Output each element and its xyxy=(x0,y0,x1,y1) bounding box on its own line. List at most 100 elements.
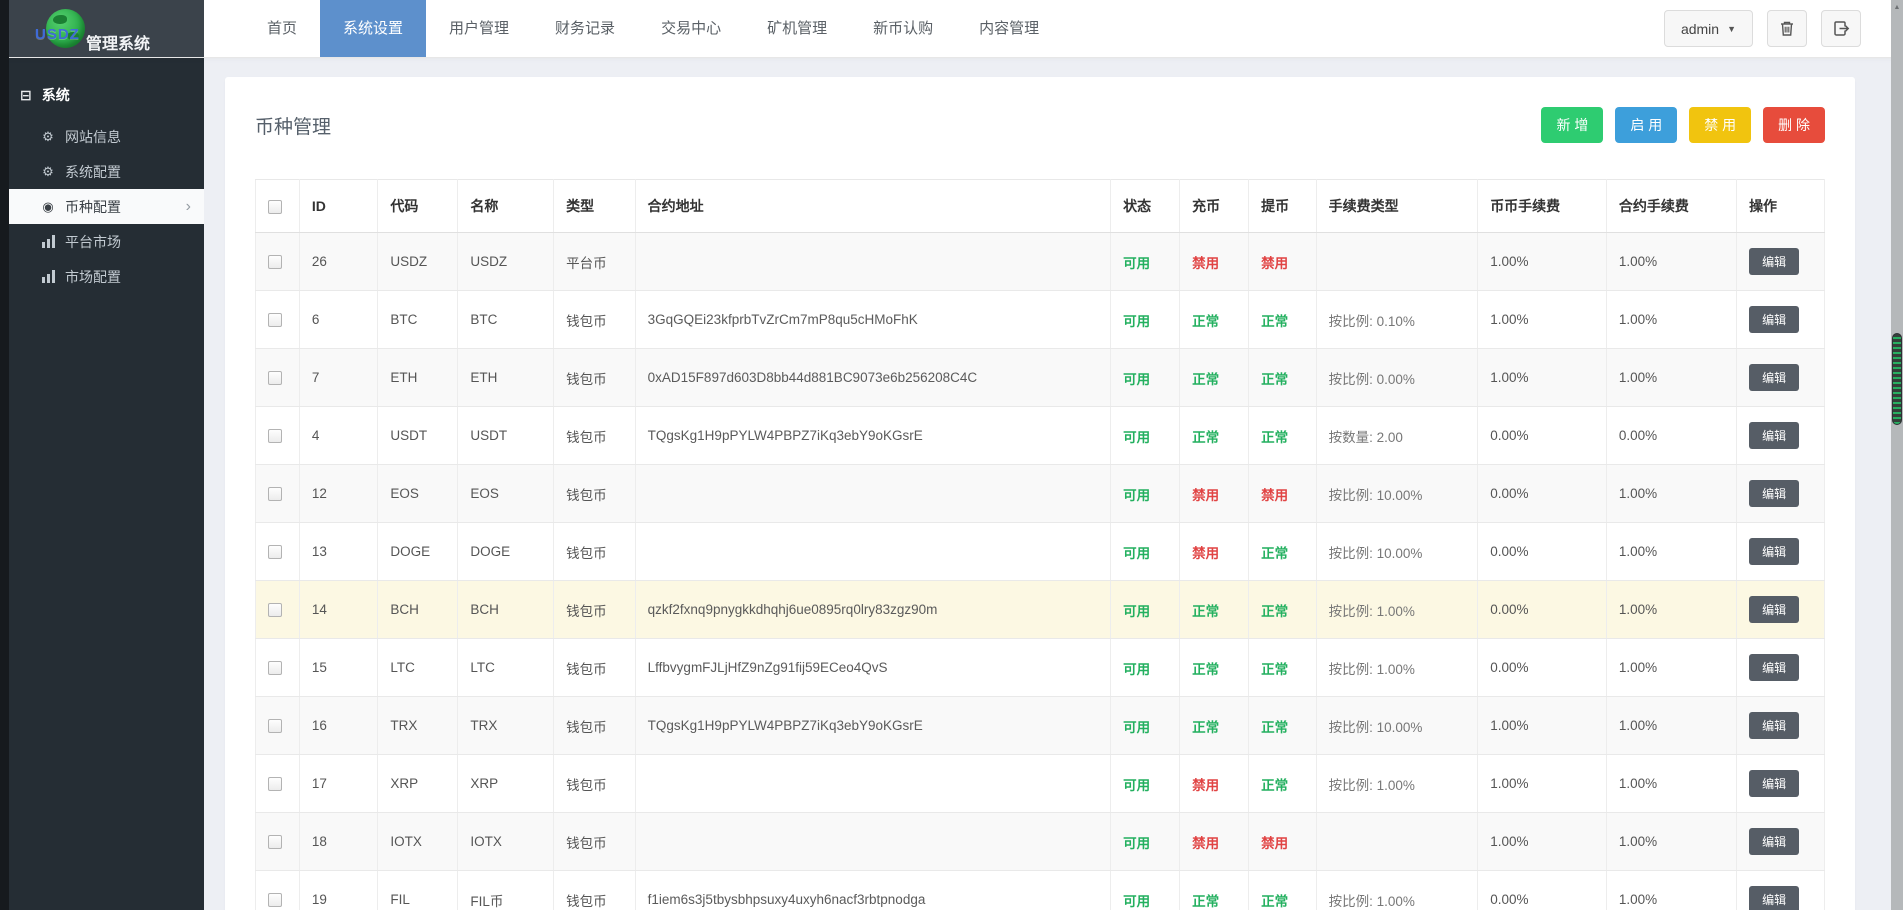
table-row: 4USDTUSDT钱包币TQgsKg1H9pPYLW4PBPZ7iKq3ebY9… xyxy=(256,407,1825,465)
cell-type: 钱包币 xyxy=(554,639,636,697)
deposit-badge: 正常 xyxy=(1192,894,1219,909)
deposit-badge: 正常 xyxy=(1192,662,1219,677)
cell-checkbox xyxy=(256,813,300,871)
logout-button[interactable] xyxy=(1821,10,1861,47)
cell-deposit: 禁用 xyxy=(1180,523,1249,581)
sidebar-item-site-info[interactable]: ⚙网站信息 xyxy=(0,119,204,154)
edit-button[interactable]: 编辑 xyxy=(1749,422,1799,449)
edit-button[interactable]: 编辑 xyxy=(1749,770,1799,797)
admin-user-dropdown[interactable]: admin ▼ xyxy=(1664,10,1753,47)
sidebar-section-system[interactable]: ⊟ 系统 xyxy=(0,57,204,111)
cell-checkbox xyxy=(256,581,300,639)
row-checkbox[interactable] xyxy=(268,313,282,327)
row-checkbox[interactable] xyxy=(268,255,282,269)
cell-status: 可用 xyxy=(1111,233,1180,291)
table-row: 16TRXTRX钱包币TQgsKg1H9pPYLW4PBPZ7iKq3ebY9o… xyxy=(256,697,1825,755)
delete-button[interactable]: 删 除 xyxy=(1763,107,1825,143)
nav-item-content-management[interactable]: 内容管理 xyxy=(956,0,1062,57)
row-checkbox[interactable] xyxy=(268,661,282,675)
cell-code: XRP xyxy=(378,755,458,813)
row-checkbox[interactable] xyxy=(268,835,282,849)
nav-item-system-settings[interactable]: 系统设置 xyxy=(320,0,426,57)
cell-actions: 编辑 xyxy=(1737,581,1825,639)
cell-fee-type: 按比例: 10.00% xyxy=(1316,465,1478,523)
scrollbar-thumb[interactable] xyxy=(1892,333,1902,425)
cell-contract-fee: 1.00% xyxy=(1606,465,1736,523)
cell-type: 钱包币 xyxy=(554,523,636,581)
cell-status: 可用 xyxy=(1111,871,1180,910)
cell-code: IOTX xyxy=(378,813,458,871)
sidebar-item-market-config[interactable]: 市场配置 xyxy=(0,259,204,294)
edit-button[interactable]: 编辑 xyxy=(1749,596,1799,623)
row-checkbox[interactable] xyxy=(268,371,282,385)
row-checkbox[interactable] xyxy=(268,893,282,907)
row-checkbox[interactable] xyxy=(268,603,282,617)
cell-withdraw: 正常 xyxy=(1249,291,1316,349)
scrollbar[interactable]: ▲ xyxy=(1891,0,1903,910)
cell-coin-fee: 0.00% xyxy=(1478,639,1607,697)
withdraw-badge: 禁用 xyxy=(1261,488,1288,503)
nav-item-miner-management[interactable]: 矿机管理 xyxy=(744,0,850,57)
cell-id: 19 xyxy=(299,871,377,910)
nav-item-home[interactable]: 首页 xyxy=(244,0,320,57)
logo-text: USDZ xyxy=(35,26,80,43)
cell-id: 6 xyxy=(299,291,377,349)
disable-button[interactable]: 禁 用 xyxy=(1689,107,1751,143)
edit-button[interactable]: 编辑 xyxy=(1749,712,1799,739)
cell-id: 12 xyxy=(299,465,377,523)
edit-button[interactable]: 编辑 xyxy=(1749,248,1799,275)
edit-button[interactable]: 编辑 xyxy=(1749,480,1799,507)
cell-deposit: 正常 xyxy=(1180,639,1249,697)
sidebar: ⊟ 系统 ⚙网站信息⚙系统配置◉币种配置›平台市场市场配置 xyxy=(0,57,204,910)
cell-checkbox xyxy=(256,407,300,465)
sidebar-item-system-config[interactable]: ⚙系统配置 xyxy=(0,154,204,189)
nav-item-finance-records[interactable]: 财务记录 xyxy=(532,0,638,57)
cell-status: 可用 xyxy=(1111,349,1180,407)
cell-deposit: 正常 xyxy=(1180,697,1249,755)
row-checkbox[interactable] xyxy=(268,429,282,443)
cell-deposit: 禁用 xyxy=(1180,465,1249,523)
scrollbar-up-arrow[interactable]: ▲ xyxy=(1891,0,1903,15)
withdraw-badge: 禁用 xyxy=(1261,836,1288,851)
cell-checkbox xyxy=(256,871,300,910)
table-row: 18IOTXIOTX钱包币可用禁用禁用1.00%1.00%编辑 xyxy=(256,813,1825,871)
withdraw-badge: 正常 xyxy=(1261,662,1288,677)
cell-id: 18 xyxy=(299,813,377,871)
cell-contract-fee: 1.00% xyxy=(1606,581,1736,639)
cell-withdraw: 正常 xyxy=(1249,407,1316,465)
row-checkbox[interactable] xyxy=(268,777,282,791)
edit-button[interactable]: 编辑 xyxy=(1749,306,1799,333)
table-row: 6BTCBTC钱包币3GqGQEi23kfprbTvZrCm7mP8qu5cHM… xyxy=(256,291,1825,349)
sidebar-item-coin-config[interactable]: ◉币种配置› xyxy=(0,189,204,224)
cell-name: TRX xyxy=(458,697,554,755)
edit-button[interactable]: 编辑 xyxy=(1749,654,1799,681)
nav-item-user-management[interactable]: 用户管理 xyxy=(426,0,532,57)
deposit-badge: 正常 xyxy=(1192,720,1219,735)
nav-item-trade-center[interactable]: 交易中心 xyxy=(638,0,744,57)
sidebar-item-platform-market[interactable]: 平台市场 xyxy=(0,224,204,259)
select-all-checkbox[interactable] xyxy=(268,200,282,214)
enable-button[interactable]: 启 用 xyxy=(1615,107,1677,143)
edit-button[interactable]: 编辑 xyxy=(1749,538,1799,565)
edit-button[interactable]: 编辑 xyxy=(1749,886,1799,910)
cell-code: BTC xyxy=(378,291,458,349)
cell-contract-address: LffbvygmFJLjHfZ9nZg91fij59ECeo4QvS xyxy=(635,639,1110,697)
card-header: 币种管理 新 增启 用禁 用删 除 xyxy=(225,77,1855,167)
row-checkbox[interactable] xyxy=(268,487,282,501)
coin-management-card: 币种管理 新 增启 用禁 用删 除 ID代码名称类型合约地址状态充币提币手续费类… xyxy=(225,77,1855,910)
cell-id: 4 xyxy=(299,407,377,465)
nav-item-new-coin-subscription[interactable]: 新币认购 xyxy=(850,0,956,57)
column-header: 手续费类型 xyxy=(1316,180,1478,233)
row-checkbox[interactable] xyxy=(268,719,282,733)
top-nav: 首页系统设置用户管理财务记录交易中心矿机管理新币认购内容管理 xyxy=(204,0,1062,57)
add-button[interactable]: 新 增 xyxy=(1541,107,1603,143)
column-header: 名称 xyxy=(458,180,554,233)
clear-cache-button[interactable] xyxy=(1767,10,1807,47)
withdraw-badge: 正常 xyxy=(1261,604,1288,619)
row-checkbox[interactable] xyxy=(268,545,282,559)
coin-table: ID代码名称类型合约地址状态充币提币手续费类型币币手续费合约手续费操作 26US… xyxy=(255,179,1825,910)
edit-button[interactable]: 编辑 xyxy=(1749,828,1799,855)
edit-button[interactable]: 编辑 xyxy=(1749,364,1799,391)
deposit-badge: 正常 xyxy=(1192,372,1219,387)
cell-name: BTC xyxy=(458,291,554,349)
